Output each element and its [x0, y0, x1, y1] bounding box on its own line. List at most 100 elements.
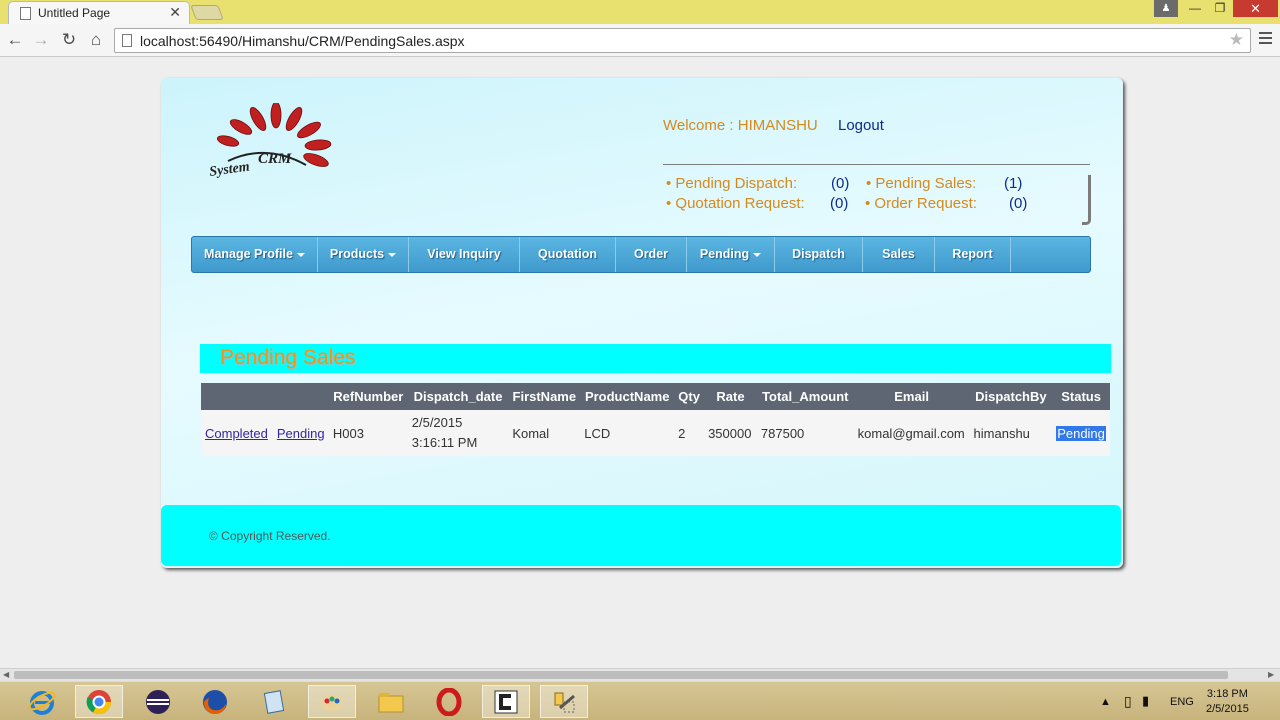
language-indicator[interactable]: ENG — [1170, 696, 1194, 708]
quotation-request-count: (0) — [830, 195, 849, 212]
menu-label: Order — [633, 247, 669, 261]
horizontal-scrollbar[interactable]: ◀ ▶ — [0, 668, 1280, 681]
menu-order[interactable]: Order — [616, 237, 687, 272]
time-text: 3:16:11 PM — [411, 435, 478, 450]
clock-time: 3:18 PM — [1206, 688, 1248, 700]
table-header-row: RefNumber Dispatch_date FirstName Produc… — [201, 383, 1110, 410]
copyright-text: © Copyright Reserved. — [209, 529, 331, 543]
forward-arrow-icon[interactable]: → — [30, 29, 52, 51]
col-header-dispatchby: DispatchBy — [969, 383, 1053, 410]
menu-quotation[interactable]: Quotation — [520, 237, 616, 272]
page-title: Pending Sales — [220, 346, 356, 369]
battery-icon[interactable]: ▯ — [1124, 693, 1132, 710]
firefox-icon[interactable] — [191, 685, 239, 718]
page-container: CRM System Welcome : HIMANSHU Logout • P… — [161, 78, 1123, 568]
signal-icon[interactable]: ▮ — [1142, 693, 1149, 709]
bookmark-star-icon[interactable]: ★ — [1229, 30, 1244, 50]
logout-link[interactable]: Logout — [838, 117, 884, 134]
col-header-rate: Rate — [704, 383, 757, 410]
pending-link[interactable]: Pending — [277, 426, 325, 441]
internet-explorer-icon[interactable] — [18, 685, 66, 718]
col-header-firstname: FirstName — [508, 383, 581, 410]
chrome-icon[interactable] — [75, 685, 123, 718]
menu-label: Products — [329, 247, 385, 261]
camtasia-icon[interactable] — [482, 685, 530, 718]
pending-dispatch-link[interactable]: • Pending Dispatch: — [666, 175, 797, 192]
cell-email: komal@gmail.com — [853, 410, 970, 456]
restore-button[interactable]: ❐ — [1207, 0, 1233, 17]
col-header-total-amount: Total_Amount — [756, 383, 854, 410]
cell-productname: LCD — [580, 410, 675, 456]
menu-products[interactable]: Products — [318, 237, 409, 272]
file-explorer-icon[interactable] — [367, 685, 415, 718]
cell: Completed — [201, 410, 273, 456]
col-header — [272, 383, 329, 410]
cell-status: Pending — [1052, 410, 1110, 456]
order-request-link[interactable]: • Order Request: — [865, 195, 977, 212]
menu-label: Quotation — [537, 247, 597, 261]
scrollbar-thumb[interactable] — [14, 671, 1228, 679]
col-header-productname: ProductName — [580, 383, 675, 410]
browser-toolbar: ← → ↻ ⌂ localhost:56490/Himanshu/CRM/Pen… — [0, 24, 1280, 57]
browser-menu-icon[interactable] — [1259, 32, 1272, 47]
back-arrow-icon[interactable]: ← — [4, 29, 26, 51]
system-clock[interactable]: 3:18 PM 2/5/2015 — [1206, 687, 1249, 717]
pending-sales-table: RefNumber Dispatch_date FirstName Produc… — [201, 383, 1110, 456]
col-header-qty: Qty — [674, 383, 705, 410]
caret-down-icon — [296, 252, 305, 257]
tab-close-icon[interactable]: ✕ — [169, 4, 181, 21]
page-icon — [122, 34, 132, 47]
home-icon[interactable]: ⌂ — [85, 29, 107, 51]
menu-label: Dispatch — [792, 247, 845, 261]
browser-tab[interactable]: Untitled Page ✕ — [8, 1, 190, 24]
tab-title: Untitled Page — [38, 6, 111, 20]
menu-sales[interactable]: Sales — [863, 237, 935, 272]
scroll-right-icon[interactable]: ▶ — [1268, 669, 1274, 681]
tray-expand-icon[interactable]: ▲ — [1100, 696, 1111, 708]
eclipse-icon[interactable] — [134, 685, 182, 718]
new-tab-button[interactable] — [190, 5, 224, 20]
pending-sales-count: (1) — [1004, 175, 1023, 192]
menu-label: Sales — [882, 247, 915, 261]
menu-manage-profile[interactable]: Manage Profile — [192, 237, 318, 272]
counts-bracket — [1082, 175, 1091, 225]
svg-text:System: System — [208, 159, 250, 179]
opera-icon[interactable] — [425, 685, 473, 718]
paint-icon[interactable] — [308, 685, 356, 718]
pending-sales-link[interactable]: • Pending Sales: — [866, 175, 976, 192]
address-bar[interactable]: localhost:56490/Himanshu/CRM/PendingSale… — [114, 28, 1251, 53]
cell-dispatchby: himanshu — [969, 410, 1053, 456]
reload-icon[interactable]: ↻ — [58, 29, 80, 51]
quotation-request-link[interactable]: • Quotation Request: — [666, 195, 805, 212]
menu-report[interactable]: Report — [935, 237, 1011, 272]
caret-down-icon — [753, 252, 762, 257]
completed-link[interactable]: Completed — [205, 426, 268, 441]
section-title-bar: Pending Sales — [200, 344, 1111, 373]
cell-firstname: Komal — [508, 410, 581, 456]
welcome-text: Welcome : HIMANSHU — [663, 117, 818, 134]
table-row: Completed Pending H003 2/5/2015 3:16:11 … — [201, 410, 1110, 456]
date-text: 2/5/2015 — [411, 415, 463, 430]
close-window-button[interactable]: ✕ — [1233, 0, 1278, 17]
menu-label: View Inquiry — [427, 247, 501, 261]
col-header-status: Status — [1052, 383, 1110, 410]
menu-label: Pending — [699, 247, 750, 261]
menu-label: Manage Profile — [204, 247, 293, 261]
notepad-icon[interactable] — [250, 685, 298, 718]
caret-down-icon — [388, 252, 397, 257]
page-viewport: CRM System Welcome : HIMANSHU Logout • P… — [0, 57, 1280, 668]
cell-refnumber: H003 — [328, 410, 408, 456]
menu-dispatch[interactable]: Dispatch — [775, 237, 863, 272]
user-icon[interactable]: ♟ — [1154, 0, 1178, 17]
pending-dispatch-count: (0) — [831, 175, 850, 192]
menu-pending[interactable]: Pending — [687, 237, 775, 272]
main-menu: Manage Profile Products View Inquiry Quo… — [191, 236, 1091, 273]
crm-logo: CRM System — [208, 103, 332, 180]
menu-view-inquiry[interactable]: View Inquiry — [409, 237, 520, 272]
tools-icon[interactable] — [540, 685, 588, 718]
footer: © Copyright Reserved. — [161, 505, 1121, 566]
minimize-button[interactable]: — — [1182, 0, 1208, 17]
cell: Pending — [272, 410, 329, 456]
col-header — [201, 383, 273, 410]
scroll-left-icon[interactable]: ◀ — [3, 669, 9, 681]
